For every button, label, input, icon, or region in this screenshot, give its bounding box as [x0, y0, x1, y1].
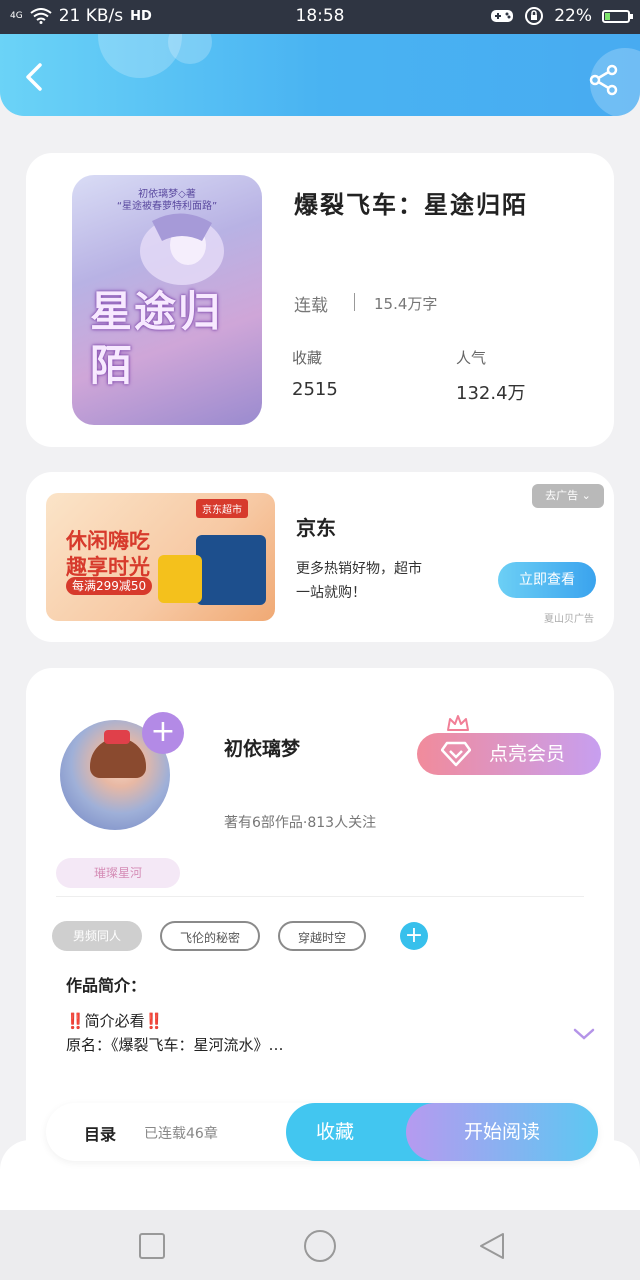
back-arrow-icon[interactable]: [18, 59, 54, 95]
rotation-lock-icon: [525, 7, 544, 25]
vip-button-label: 点亮会员: [489, 743, 566, 765]
status-bar: 4G 21 KB/s HD 18:58 22%: [0, 0, 640, 34]
ad-description-2: 一站就购！: [296, 585, 366, 601]
view-now-button[interactable]: 立即查看: [498, 562, 596, 598]
favorites-value: 2515: [292, 379, 338, 400]
popularity-value: 132.4万: [456, 383, 526, 404]
author-name[interactable]: 初依璃梦: [224, 734, 300, 761]
divider: [354, 293, 355, 311]
cover-tagline: “星途被春萝特利面路”: [116, 201, 218, 212]
ad-image[interactable]: 京东超市 休闲嗨吃 趣享时光 每满299减50: [46, 493, 275, 621]
intro-text-line: ‼️简介必看‼️: [66, 1012, 164, 1030]
book-info-card: 初依璃梦◇著 “星途被春萝特利面路” 星途归陌 爆裂飞车：星途归陌 连载 15.…: [26, 153, 614, 447]
intro-text-line: 原名：《爆裂飞车：星河流水》…: [66, 1036, 284, 1054]
book-tag[interactable]: 男频同人: [52, 921, 142, 951]
start-reading-button[interactable]: 开始阅读: [406, 1103, 598, 1161]
catalog-button[interactable]: 目录: [84, 1121, 116, 1145]
book-tag[interactable]: 穿越时空: [278, 921, 366, 951]
ad-promo: 每满299减50: [66, 577, 153, 595]
bottom-action-bar: 目录 已连载46章 收藏 开始阅读: [46, 1103, 598, 1161]
back-nav-icon[interactable]: [478, 1232, 506, 1260]
book-title: 爆裂飞车：星途归陌: [294, 191, 528, 219]
chevron-down-icon: ⌄: [581, 489, 591, 502]
battery-percent: 22%: [554, 6, 592, 26]
crown-icon: [447, 715, 469, 731]
ad-card: 京东超市 休闲嗨吃 趣享时光 每满299减50 去广告 ⌄ 京东 更多热销好物，…: [26, 472, 614, 642]
intro-title: 作品简介：: [66, 976, 147, 995]
remove-ad-button[interactable]: 去广告 ⌄: [532, 484, 604, 508]
system-nav-bar: [0, 1210, 640, 1280]
advertiser-name: 京东: [296, 516, 336, 540]
header: [0, 34, 640, 116]
word-count: 15.4万字: [374, 295, 438, 313]
add-tag-button[interactable]: +: [400, 922, 428, 950]
serial-status: 连载: [294, 296, 328, 316]
vip-button[interactable]: 点亮会员: [417, 733, 601, 775]
collect-button-label: 收藏: [316, 1121, 355, 1143]
chapter-count: 已连载46章: [144, 1126, 218, 1142]
author-title-badge: 璀璨星河: [56, 858, 180, 888]
ad-store-badge: 京东超市: [196, 499, 248, 518]
cover-character-illustration: [140, 213, 224, 285]
ad-product-snack: [158, 555, 202, 603]
ad-product-bag: [196, 535, 266, 605]
share-icon[interactable]: [588, 64, 620, 96]
cover-title-art: 星途归陌: [90, 287, 223, 390]
book-cover[interactable]: 初依璃梦◇著 “星途被春萝特利面路” 星途归陌: [72, 175, 262, 425]
popularity-label: 人气: [456, 349, 487, 367]
battery-icon: [602, 9, 633, 23]
recent-apps-icon[interactable]: [138, 1232, 166, 1260]
ad-source-label: 夏山贝广告: [544, 614, 594, 625]
author-stats: 著有6部作品·813人关注: [224, 815, 377, 831]
ad-description-1: 更多热销好物，超市: [296, 561, 422, 577]
status-right: 22%: [490, 6, 633, 26]
favorites-label: 收藏: [292, 349, 323, 367]
diamond-icon: [441, 741, 471, 767]
avatar-hair: [90, 738, 146, 778]
chevron-down-icon[interactable]: [572, 1026, 596, 1042]
divider: [56, 896, 584, 897]
gamepad-icon: [491, 10, 514, 22]
home-icon[interactable]: [303, 1229, 337, 1263]
remove-ad-label: 去广告: [545, 489, 579, 502]
avatar-bow: [104, 730, 130, 744]
book-tag[interactable]: 飞伦的秘密: [160, 921, 260, 951]
follow-plus-button[interactable]: +: [142, 712, 184, 754]
